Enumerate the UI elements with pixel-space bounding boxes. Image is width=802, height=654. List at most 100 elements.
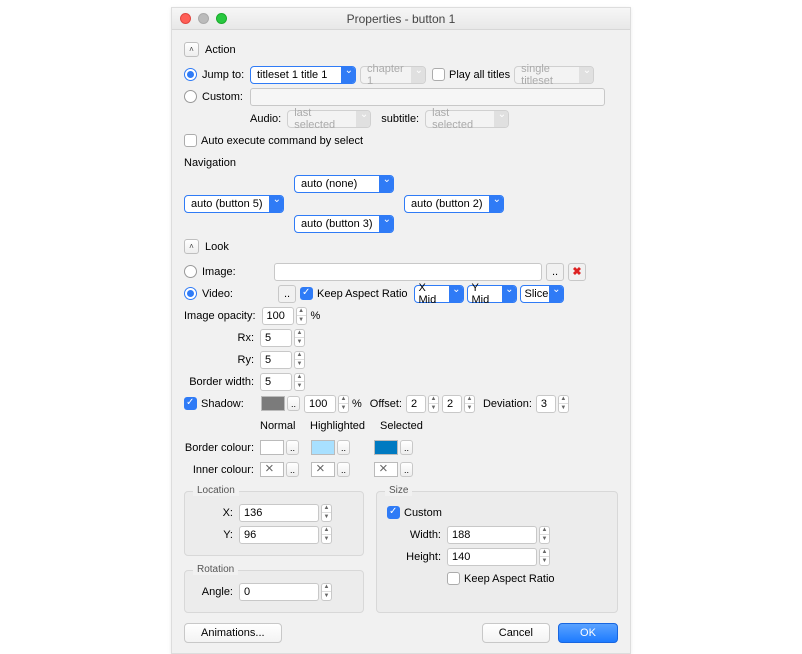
- border-sel-picker[interactable]: ..: [400, 440, 413, 455]
- location-group: Location X: ▲▼ Y: ▲▼: [184, 491, 364, 556]
- col-normal-header: Normal: [260, 420, 310, 432]
- video-radio[interactable]: [184, 287, 197, 300]
- subtitle-label: subtitle:: [381, 113, 419, 125]
- custom-radio[interactable]: [184, 90, 197, 103]
- auto-exec-label: Auto execute command by select: [201, 135, 363, 147]
- shadow-opacity-input[interactable]: [304, 395, 336, 413]
- border-high-swatch[interactable]: [311, 440, 335, 455]
- deviation-spinner[interactable]: ▲▼: [558, 395, 569, 413]
- shadow-color-swatch[interactable]: [261, 396, 285, 411]
- rotation-title: Rotation: [193, 564, 238, 575]
- border-width-input[interactable]: [260, 373, 292, 391]
- play-all-checkbox[interactable]: [432, 68, 445, 81]
- inner-normal-swatch[interactable]: [260, 462, 284, 477]
- border-sel-swatch[interactable]: [374, 440, 398, 455]
- opacity-input[interactable]: [262, 307, 294, 325]
- inner-high-picker[interactable]: ..: [337, 462, 350, 477]
- offset-x-spinner[interactable]: ▲▼: [428, 395, 439, 413]
- opacity-unit: %: [311, 310, 321, 322]
- action-toggle[interactable]: ˄: [184, 42, 199, 57]
- nav-down-select[interactable]: auto (button 3): [294, 215, 394, 233]
- x-input[interactable]: [239, 504, 319, 522]
- location-title: Location: [193, 485, 239, 496]
- rx-input[interactable]: [260, 329, 292, 347]
- offset-x-input[interactable]: [406, 395, 426, 413]
- titlebar: Properties - button 1: [172, 8, 630, 30]
- border-width-label: Border width:: [184, 376, 260, 388]
- height-input[interactable]: [447, 548, 537, 566]
- image-radio[interactable]: [184, 265, 197, 278]
- angle-input[interactable]: [239, 583, 319, 601]
- offset-y-spinner[interactable]: ▲▼: [464, 395, 475, 413]
- image-clear-button[interactable]: ✖: [568, 263, 586, 281]
- navigation-label: Navigation: [184, 157, 236, 169]
- height-label: Height:: [403, 551, 447, 563]
- size-custom-checkbox[interactable]: [387, 506, 400, 519]
- shadow-checkbox[interactable]: [184, 397, 197, 410]
- cancel-button[interactable]: Cancel: [482, 623, 550, 643]
- x-spinner[interactable]: ▲▼: [321, 504, 332, 522]
- border-normal-picker[interactable]: ..: [286, 440, 299, 455]
- ry-spinner[interactable]: ▲▼: [294, 351, 305, 369]
- border-colour-label: Border colour:: [184, 442, 260, 454]
- keep-aspect-label: Keep Aspect Ratio: [317, 288, 408, 300]
- height-spinner[interactable]: ▲▼: [539, 548, 550, 566]
- nav-left-select[interactable]: auto (button 5): [184, 195, 284, 213]
- x-label: X:: [195, 507, 239, 519]
- auto-exec-checkbox[interactable]: [184, 134, 197, 147]
- rotation-group: Rotation Angle: ▲▼: [184, 570, 364, 613]
- keep-aspect-checkbox[interactable]: [300, 287, 313, 300]
- rx-label: Rx:: [184, 332, 260, 344]
- border-high-picker[interactable]: ..: [337, 440, 350, 455]
- inner-sel-swatch[interactable]: [374, 462, 398, 477]
- width-label: Width:: [403, 529, 447, 541]
- rx-spinner[interactable]: ▲▼: [294, 329, 305, 347]
- y-label: Y:: [195, 529, 239, 541]
- ok-button[interactable]: OK: [558, 623, 618, 643]
- mode-select: single titleset: [514, 66, 594, 84]
- image-browse-button[interactable]: ..: [546, 263, 564, 281]
- shadow-opacity-spinner[interactable]: ▲▼: [338, 395, 349, 413]
- slice-select[interactable]: Slice: [520, 285, 564, 303]
- shadow-color-picker[interactable]: ..: [287, 396, 300, 411]
- inner-sel-picker[interactable]: ..: [400, 462, 413, 477]
- size-title: Size: [385, 485, 412, 496]
- angle-spinner[interactable]: ▲▼: [321, 583, 332, 601]
- minimize-icon: [198, 13, 209, 24]
- close-icon[interactable]: [180, 13, 191, 24]
- play-all-label: Play all titles: [449, 69, 510, 81]
- inner-colour-label: Inner colour:: [184, 464, 260, 476]
- image-path-input[interactable]: [274, 263, 542, 281]
- ry-input[interactable]: [260, 351, 292, 369]
- jumpto-target-select[interactable]: titleset 1 title 1: [250, 66, 356, 84]
- ypos-select[interactable]: Y Mid: [467, 285, 517, 303]
- shadow-unit: %: [352, 398, 362, 410]
- size-custom-label: Custom: [404, 507, 442, 519]
- video-browse-button[interactable]: ..: [278, 285, 296, 303]
- offset-y-input[interactable]: [442, 395, 462, 413]
- custom-label: Custom:: [202, 91, 250, 103]
- audio-label: Audio:: [250, 113, 281, 125]
- col-high-header: Highlighted: [310, 420, 380, 432]
- nav-right-select[interactable]: auto (button 2): [404, 195, 504, 213]
- border-width-spinner[interactable]: ▲▼: [294, 373, 305, 391]
- opacity-spinner[interactable]: ▲▼: [296, 307, 307, 325]
- border-normal-swatch[interactable]: [260, 440, 284, 455]
- inner-normal-picker[interactable]: ..: [286, 462, 299, 477]
- deviation-input[interactable]: [536, 395, 556, 413]
- custom-action-input[interactable]: [250, 88, 605, 106]
- look-toggle[interactable]: ˄: [184, 239, 199, 254]
- offset-label: Offset:: [370, 398, 402, 410]
- chapter-select: chapter 1: [360, 66, 426, 84]
- jumpto-radio[interactable]: [184, 68, 197, 81]
- look-header: Look: [205, 241, 229, 253]
- inner-high-swatch[interactable]: [311, 462, 335, 477]
- animations-button[interactable]: Animations...: [184, 623, 282, 643]
- size-keep-aspect-checkbox[interactable]: [447, 572, 460, 585]
- video-label: Video:: [202, 288, 274, 300]
- content-area: ˄ Action Jump to: titleset 1 title 1 cha…: [172, 30, 630, 653]
- xpos-select[interactable]: X Mid: [414, 285, 464, 303]
- properties-window: Properties - button 1 ˄ Action Jump to: …: [171, 7, 631, 654]
- nav-up-select[interactable]: auto (none): [294, 175, 394, 193]
- zoom-icon[interactable]: [216, 13, 227, 24]
